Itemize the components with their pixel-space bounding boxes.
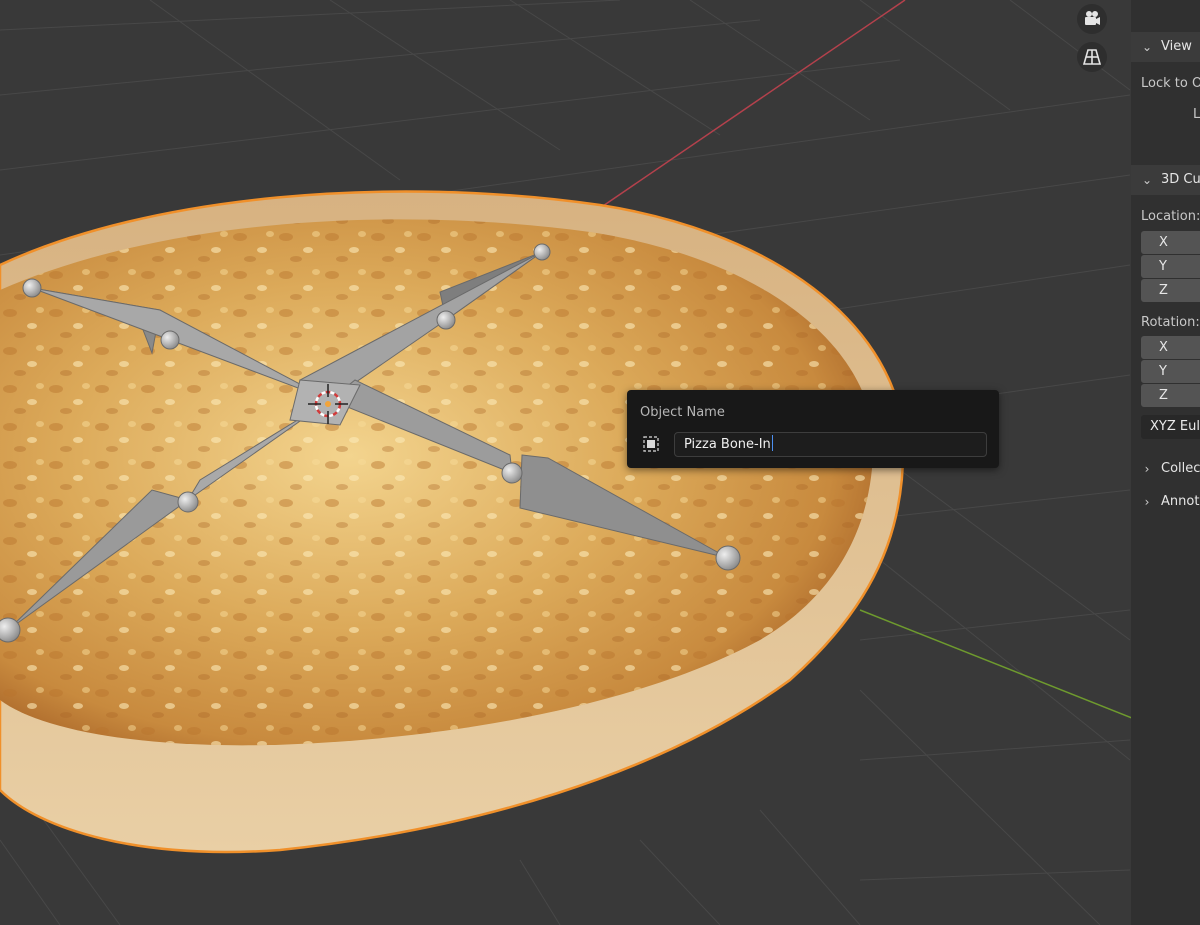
bone-joint[interactable]: [177, 491, 199, 513]
bone-joint[interactable]: [160, 330, 180, 350]
object-name-popup: Object Name Pizza Bone-In: [627, 390, 999, 468]
location-z-field[interactable]: Z: [1141, 279, 1200, 302]
collections-panel-header[interactable]: › Collect: [1139, 461, 1200, 476]
chevron-right-icon: ›: [1144, 461, 1150, 476]
view-panel-header[interactable]: ⌄ View: [1131, 32, 1200, 62]
chevron-right-icon: ›: [1144, 494, 1150, 509]
bone-joint[interactable]: [533, 243, 551, 261]
properties-sidebar: ⌄ View Lock to O L ⌄ 3D Cur Location: X …: [1131, 0, 1200, 925]
object-name-value: Pizza Bone-In: [684, 437, 771, 452]
rotation-x-field[interactable]: X: [1141, 336, 1200, 359]
camera-view-button[interactable]: [1077, 4, 1107, 34]
annotations-panel-label: Annota: [1161, 494, 1200, 509]
text-caret: [771, 435, 773, 451]
rotation-y-field[interactable]: Y: [1141, 360, 1200, 383]
bone-joint[interactable]: [22, 278, 42, 298]
cursor-panel-label: 3D Cur: [1161, 172, 1200, 187]
location-x-field[interactable]: X: [1141, 231, 1200, 254]
object-icon: [643, 436, 659, 452]
perspective-toggle-button[interactable]: [1077, 42, 1107, 72]
bone-joint[interactable]: [501, 462, 523, 484]
bone-joint[interactable]: [715, 545, 741, 571]
chevron-down-icon: ⌄: [1141, 172, 1153, 187]
rotation-z-field[interactable]: Z: [1141, 384, 1200, 407]
annotations-panel-header[interactable]: › Annota: [1139, 494, 1200, 509]
rotation-label: Rotation:: [1141, 315, 1200, 330]
rotation-mode-dropdown[interactable]: XYZ Eul: [1141, 415, 1200, 439]
lock-to-object-label: Lock to O: [1141, 76, 1200, 91]
popup-title: Object Name: [640, 405, 725, 420]
location-y-field[interactable]: Y: [1141, 255, 1200, 278]
collections-panel-label: Collect: [1161, 461, 1200, 476]
bone-joint[interactable]: [436, 310, 456, 330]
location-label: Location:: [1141, 209, 1200, 224]
object-name-input[interactable]: Pizza Bone-In: [674, 432, 987, 457]
lock-sub-label: L: [1193, 107, 1200, 122]
chevron-down-icon: ⌄: [1141, 39, 1153, 54]
3d-viewport[interactable]: [0, 0, 1200, 925]
cursor-panel-header[interactable]: ⌄ 3D Cur: [1131, 165, 1200, 195]
bone-joint[interactable]: [0, 617, 21, 643]
view-panel-label: View: [1161, 39, 1192, 54]
perspective-grid-icon: [1082, 49, 1102, 65]
viewport-scene: [0, 0, 1200, 925]
camera-view-icon: [1085, 11, 1100, 25]
